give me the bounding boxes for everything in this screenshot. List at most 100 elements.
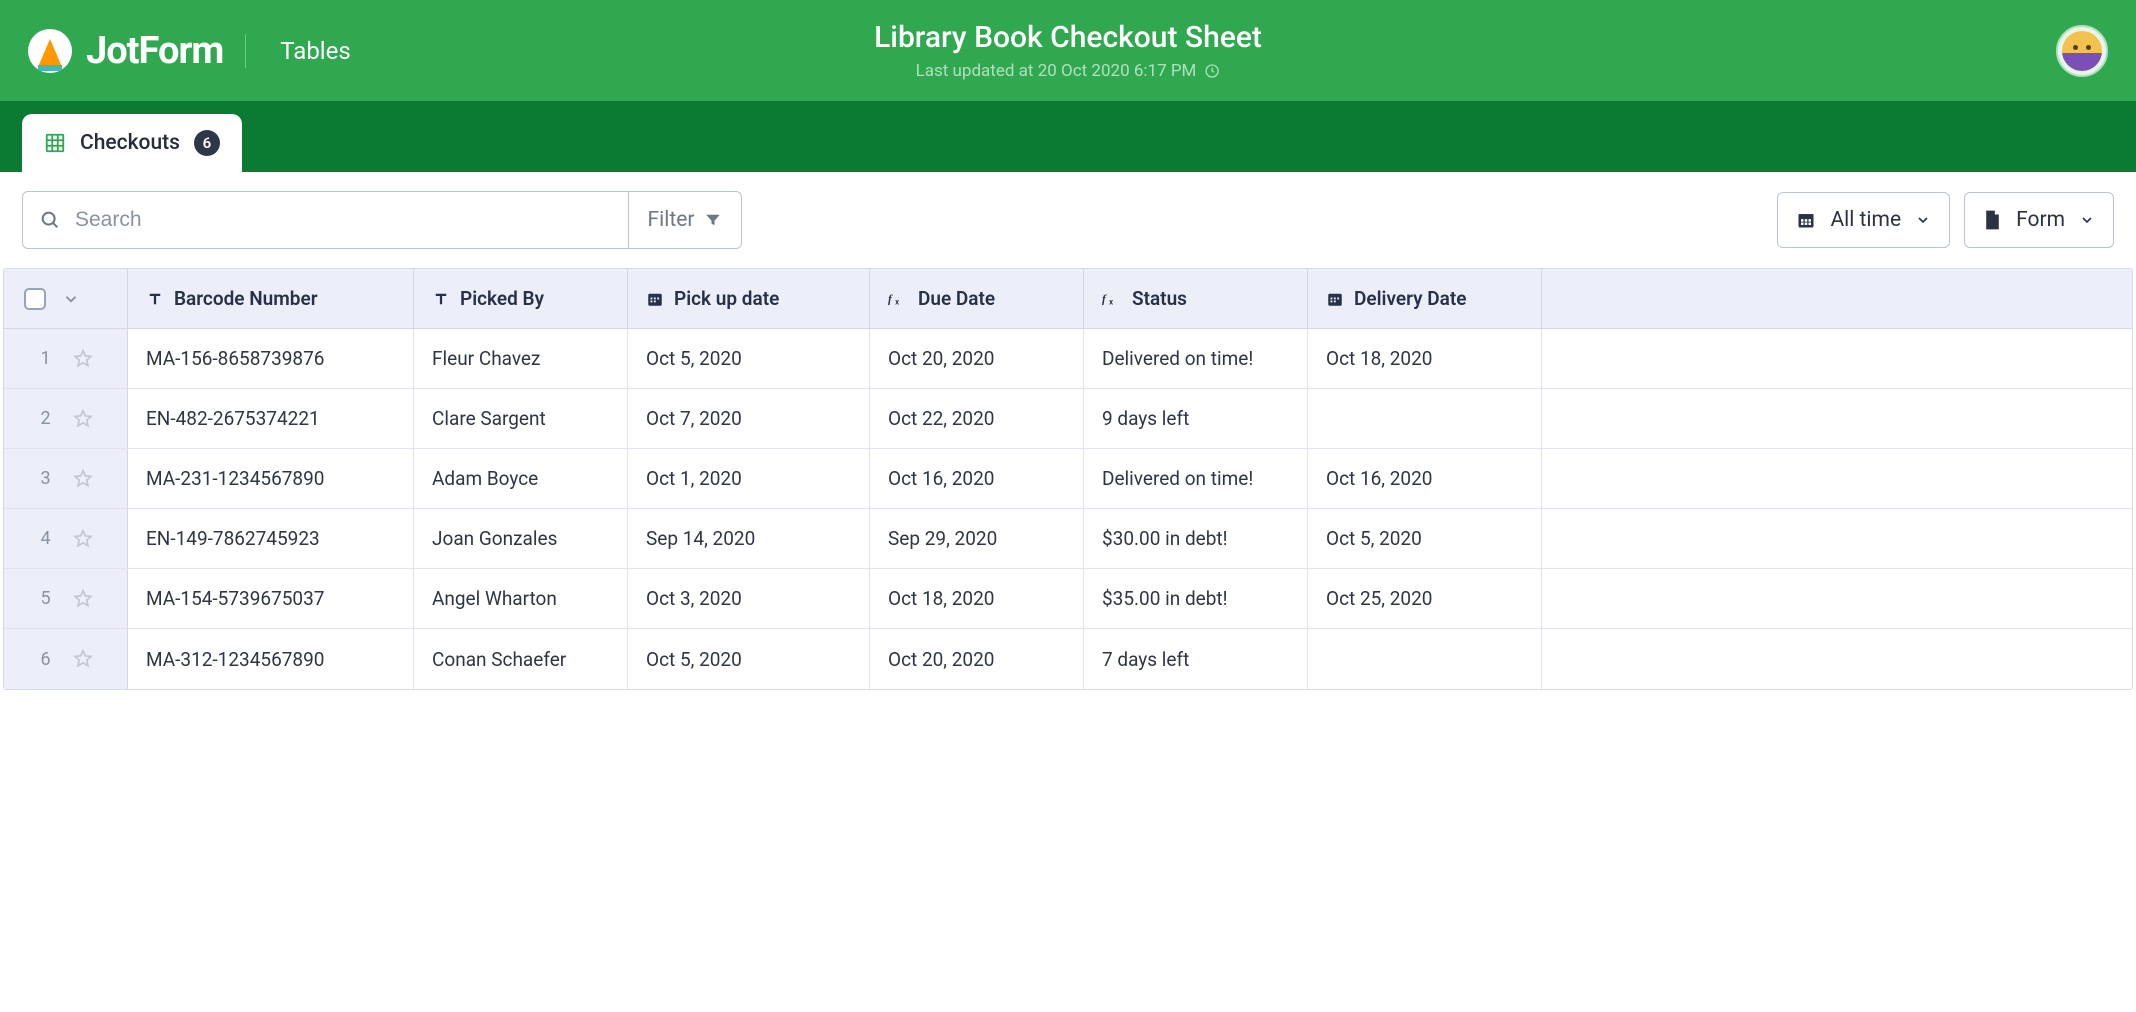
grid-icon [44, 132, 66, 154]
star-icon[interactable] [72, 468, 94, 490]
search-box[interactable] [23, 192, 628, 248]
select-all-checkbox[interactable] [24, 288, 46, 310]
chevron-down-icon [2079, 212, 2095, 228]
star-icon[interactable] [72, 588, 94, 610]
column-header-status[interactable]: fx Status [1084, 269, 1308, 328]
cell-delivery-date[interactable]: Oct 5, 2020 [1308, 509, 1542, 568]
cell-due-date[interactable]: Oct 16, 2020 [870, 449, 1084, 508]
column-header-barcode[interactable]: Barcode Number [128, 269, 414, 328]
star-icon[interactable] [72, 408, 94, 430]
search-input[interactable] [75, 208, 612, 232]
column-label: Picked By [460, 287, 544, 310]
cell-pickup-date[interactable]: Oct 7, 2020 [628, 389, 870, 448]
cell-barcode[interactable]: MA-312-1234567890 [128, 629, 414, 689]
cell-picked-by[interactable]: Conan Schaefer [414, 629, 628, 689]
user-avatar[interactable] [2056, 25, 2108, 77]
table-row[interactable]: 1 MA-156-8658739876 Fleur Chavez Oct 5, … [4, 329, 2132, 389]
svg-text:f: f [888, 293, 893, 305]
table-row[interactable]: 4 EN-149-7862745923 Joan Gonzales Sep 14… [4, 509, 2132, 569]
last-updated: Last updated at 20 Oct 2020 6:17 PM [874, 61, 1262, 81]
row-gutter: 1 [4, 329, 128, 388]
cell-delivery-date[interactable] [1308, 629, 1542, 689]
cell-status[interactable]: 7 days left [1084, 629, 1308, 689]
cell-status[interactable]: Delivered on time! [1084, 329, 1308, 388]
table-row[interactable]: 2 EN-482-2675374221 Clare Sargent Oct 7,… [4, 389, 2132, 449]
cell-picked-by[interactable]: Joan Gonzales [414, 509, 628, 568]
table-row[interactable]: 3 MA-231-1234567890 Adam Boyce Oct 1, 20… [4, 449, 2132, 509]
calendar-icon [1796, 210, 1816, 230]
cell-pickup-date[interactable]: Oct 3, 2020 [628, 569, 870, 628]
table-row[interactable]: 5 MA-154-5739675037 Angel Wharton Oct 3,… [4, 569, 2132, 629]
clock-icon [1204, 63, 1220, 79]
svg-text:x: x [895, 297, 899, 306]
cell-picked-by[interactable]: Adam Boyce [414, 449, 628, 508]
cell-status[interactable]: Delivered on time! [1084, 449, 1308, 508]
last-updated-text: Last updated at 20 Oct 2020 6:17 PM [916, 61, 1197, 81]
table-row[interactable]: 6 MA-312-1234567890 Conan Schaefer Oct 5… [4, 629, 2132, 689]
calendar-icon [646, 290, 664, 308]
toolbar: Filter All time Form [0, 172, 2136, 268]
brand-name: JotForm [86, 29, 223, 73]
star-icon[interactable] [72, 348, 94, 370]
row-gutter: 4 [4, 509, 128, 568]
chevron-down-icon[interactable] [62, 290, 80, 308]
cell-delivery-date[interactable]: Oct 16, 2020 [1308, 449, 1542, 508]
cell-barcode[interactable]: EN-149-7862745923 [128, 509, 414, 568]
star-icon[interactable] [72, 528, 94, 550]
document-icon [1983, 209, 2002, 231]
cell-status[interactable]: 9 days left [1084, 389, 1308, 448]
tab-count-badge: 6 [194, 130, 220, 156]
cell-pickup-date[interactable]: Oct 5, 2020 [628, 329, 870, 388]
cell-delivery-date[interactable]: Oct 25, 2020 [1308, 569, 1542, 628]
form-menu-button[interactable]: Form [1964, 192, 2114, 248]
cell-due-date[interactable]: Sep 29, 2020 [870, 509, 1084, 568]
time-range-dropdown[interactable]: All time [1777, 192, 1950, 248]
cell-barcode[interactable]: MA-154-5739675037 [128, 569, 414, 628]
brand-section: JotForm Tables [28, 29, 351, 73]
text-icon [432, 290, 450, 308]
cell-picked-by[interactable]: Clare Sargent [414, 389, 628, 448]
search-filter-group: Filter [22, 191, 742, 249]
cell-barcode[interactable]: MA-231-1234567890 [128, 449, 414, 508]
cell-due-date[interactable]: Oct 20, 2020 [870, 629, 1084, 689]
cell-pickup-date[interactable]: Oct 1, 2020 [628, 449, 870, 508]
column-header-picked-by[interactable]: Picked By [414, 269, 628, 328]
cell-pickup-date[interactable]: Sep 14, 2020 [628, 509, 870, 568]
row-number: 6 [38, 649, 54, 670]
column-label: Pick up date [674, 287, 779, 310]
cell-status[interactable]: $30.00 in debt! [1084, 509, 1308, 568]
divider [245, 34, 246, 68]
cell-status[interactable]: $35.00 in debt! [1084, 569, 1308, 628]
row-number: 5 [38, 588, 54, 609]
column-label: Status [1132, 287, 1187, 310]
filter-label: Filter [648, 208, 695, 232]
star-icon[interactable] [72, 648, 94, 670]
cell-pickup-date[interactable]: Oct 5, 2020 [628, 629, 870, 689]
chevron-down-icon [1915, 212, 1931, 228]
cell-spacer [1542, 629, 2132, 689]
cell-picked-by[interactable]: Angel Wharton [414, 569, 628, 628]
cell-due-date[interactable]: Oct 18, 2020 [870, 569, 1084, 628]
cell-due-date[interactable]: Oct 20, 2020 [870, 329, 1084, 388]
row-gutter: 5 [4, 569, 128, 628]
column-header-delivery-date[interactable]: Delivery Date [1308, 269, 1542, 328]
search-icon [39, 209, 61, 231]
column-header-pickup-date[interactable]: Pick up date [628, 269, 870, 328]
cell-delivery-date[interactable]: Oct 18, 2020 [1308, 329, 1542, 388]
form-menu-label: Form [2016, 208, 2065, 232]
page-title: Library Book Checkout Sheet [874, 20, 1262, 55]
svg-text:f: f [1102, 293, 1107, 305]
text-icon [146, 290, 164, 308]
cell-due-date[interactable]: Oct 22, 2020 [870, 389, 1084, 448]
row-number: 2 [38, 408, 54, 429]
column-header-due-date[interactable]: fx Due Date [870, 269, 1084, 328]
cell-barcode[interactable]: MA-156-8658739876 [128, 329, 414, 388]
cell-barcode[interactable]: EN-482-2675374221 [128, 389, 414, 448]
cell-delivery-date[interactable] [1308, 389, 1542, 448]
cell-picked-by[interactable]: Fleur Chavez [414, 329, 628, 388]
cell-spacer [1542, 509, 2132, 568]
column-label: Due Date [918, 287, 995, 310]
tab-checkouts[interactable]: Checkouts 6 [22, 114, 242, 172]
table-body: 1 MA-156-8658739876 Fleur Chavez Oct 5, … [4, 329, 2132, 689]
filter-button[interactable]: Filter [628, 192, 741, 248]
